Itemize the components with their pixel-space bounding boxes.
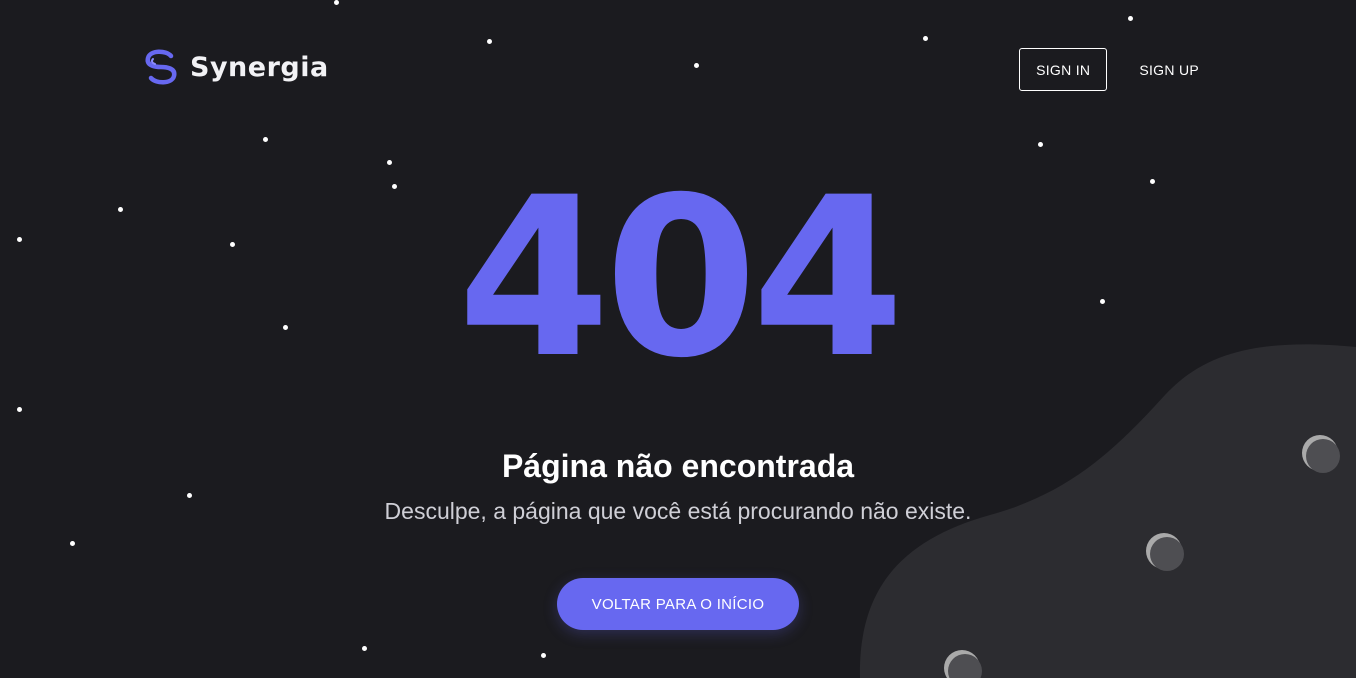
star bbox=[541, 653, 546, 658]
star bbox=[1038, 142, 1043, 147]
site-header: Synergia SIGN IN SIGN UP bbox=[0, 0, 1356, 140]
brand-logo[interactable]: Synergia bbox=[142, 48, 329, 86]
back-home-button[interactable]: VOLTAR PARA O INÍCIO bbox=[557, 578, 799, 630]
star bbox=[362, 646, 367, 651]
sign-up-link[interactable]: SIGN UP bbox=[1139, 62, 1199, 78]
error-title: Página não encontrada bbox=[501, 448, 855, 484]
star bbox=[17, 407, 22, 412]
page-404: Synergia SIGN IN SIGN UP 404 Página não … bbox=[0, 0, 1356, 678]
error-code: 404 bbox=[457, 150, 904, 406]
crater bbox=[1146, 533, 1184, 571]
crater bbox=[944, 650, 982, 678]
error-message: Desculpe, a página que você está procura… bbox=[384, 498, 972, 524]
star bbox=[387, 160, 392, 165]
auth-nav: SIGN IN SIGN UP bbox=[1019, 48, 1199, 91]
synergia-s-logo-icon bbox=[145, 49, 177, 85]
brand-name: Synergia bbox=[190, 51, 329, 83]
sign-in-button[interactable]: SIGN IN bbox=[1019, 48, 1108, 91]
star bbox=[70, 541, 75, 546]
